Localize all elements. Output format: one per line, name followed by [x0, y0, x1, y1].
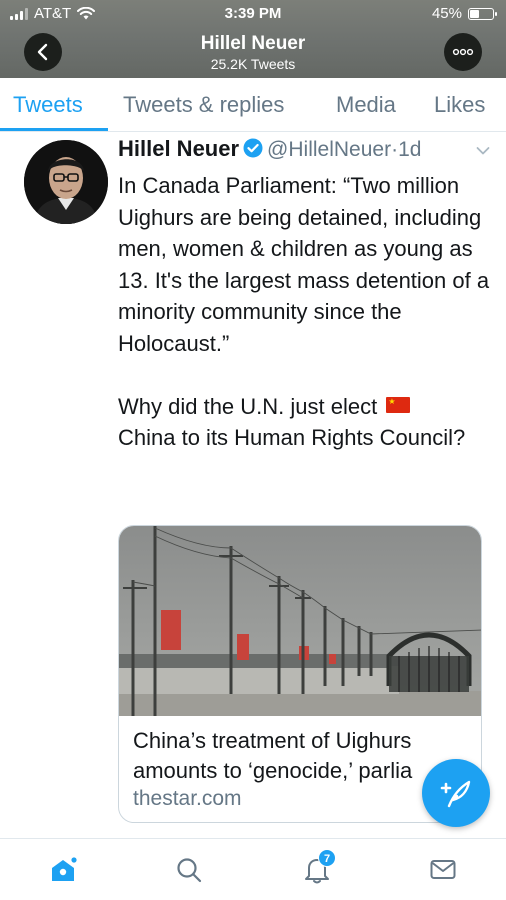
- tweet-text-question-rest: China to its Human Rights Council?: [118, 425, 466, 450]
- tweet-header: Hillel Neuer @HillelNeuer·1d: [118, 136, 498, 166]
- messages-icon: [430, 860, 456, 879]
- tab-likes[interactable]: Likes: [434, 92, 485, 118]
- profile-header: AT&T 3:39 PM 45% Hillel Neuer 25.2K Twee…: [0, 0, 506, 78]
- tweet-text-paragraph-2: Why did the U.N. just elect ★ China to i…: [118, 391, 490, 454]
- status-time: 3:39 PM: [224, 5, 282, 22]
- tab-tweets[interactable]: Tweets: [13, 92, 83, 118]
- link-preview-image: [119, 526, 481, 716]
- compose-tweet-icon: [440, 780, 471, 808]
- tweet-author-handle[interactable]: @HillelNeuer: [267, 138, 391, 161]
- tab-media[interactable]: Media: [336, 92, 396, 118]
- status-bar: AT&T 3:39 PM 45%: [0, 0, 506, 26]
- more-options-icon: [452, 48, 474, 56]
- compose-tweet-button[interactable]: [422, 759, 490, 827]
- china-flag-icon: ★: [386, 396, 411, 413]
- more-options-button[interactable]: [444, 33, 482, 71]
- chevron-down-icon[interactable]: [476, 146, 490, 156]
- status-right: 45%: [431, 5, 497, 22]
- tweet-author-name[interactable]: Hillel Neuer: [118, 136, 239, 161]
- link-card-domain: thestar.com: [133, 787, 242, 810]
- active-tab-indicator: [0, 128, 108, 131]
- nav-search[interactable]: [172, 853, 206, 887]
- notifications-badge: 7: [318, 849, 336, 867]
- battery-percent: 45%: [431, 5, 462, 22]
- link-card-title: China’s treatment of Uighurs amounts to …: [133, 728, 413, 783]
- search-icon: [177, 858, 202, 883]
- next-tweet-peek: [118, 834, 482, 837]
- header-title: Hillel Neuer: [200, 33, 306, 54]
- profile-tabs: Tweets Tweets & replies Media Likes: [0, 78, 506, 132]
- avatar[interactable]: [24, 140, 108, 224]
- home-icon: [52, 857, 77, 881]
- tweet-text-paragraph-1: In Canada Parliament: “Two million Uighu…: [118, 173, 490, 356]
- nav-notifications[interactable]: 7: [300, 849, 336, 887]
- tweet-body: In Canada Parliament: “Two million Uighu…: [118, 170, 490, 454]
- nav-messages[interactable]: [426, 853, 460, 887]
- tab-tweets-and-replies[interactable]: Tweets & replies: [123, 92, 284, 118]
- bottom-navigation: 7: [0, 838, 506, 900]
- tweet-timestamp[interactable]: 1d: [398, 138, 421, 161]
- header-tweet-count: 25.2K Tweets: [210, 56, 296, 72]
- nav-home[interactable]: [46, 853, 80, 887]
- verified-badge-icon: [243, 138, 263, 158]
- tweet-text-question: Why did the U.N. just elect: [118, 393, 378, 419]
- battery-icon: [468, 7, 497, 20]
